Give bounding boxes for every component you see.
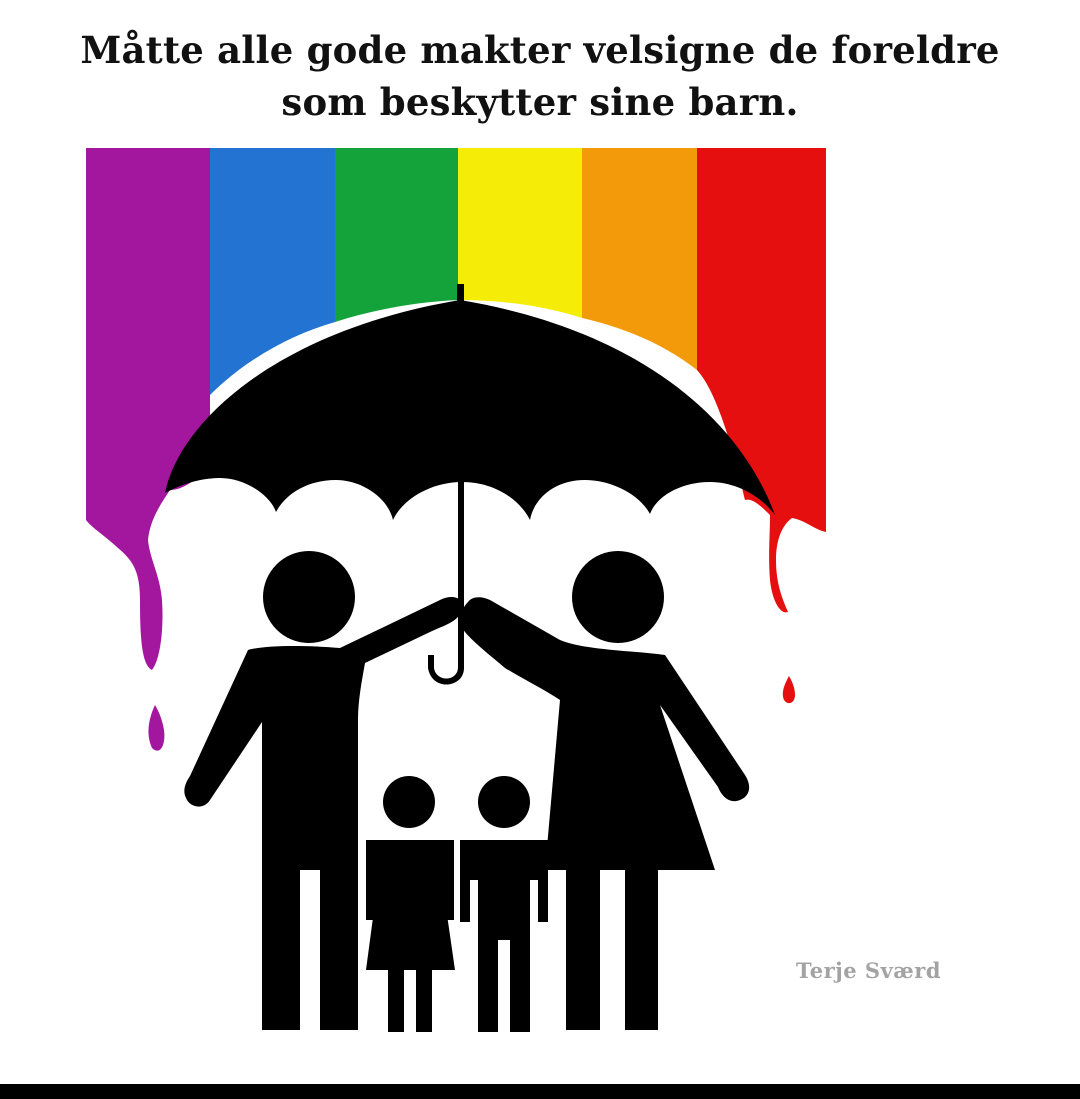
mother-head xyxy=(572,551,664,643)
red-stripe xyxy=(697,148,826,613)
purple-stripe xyxy=(86,148,210,670)
boy-head xyxy=(478,776,530,828)
girl-head xyxy=(383,776,435,828)
girl-body xyxy=(366,840,455,1032)
umbrella-handle xyxy=(428,650,464,685)
father-head xyxy=(263,551,355,643)
girl-figure-icon xyxy=(366,776,455,1032)
umbrella-shaft xyxy=(458,478,464,658)
orange-stripe xyxy=(582,148,697,370)
purple-drip xyxy=(148,705,165,751)
red-drip xyxy=(782,676,795,704)
artist-signature: Terje Sværd xyxy=(796,958,942,983)
bottom-bar xyxy=(0,1084,1080,1099)
family-umbrella-illustration xyxy=(86,148,826,1032)
boy-figure-icon xyxy=(460,776,548,1032)
green-stripe xyxy=(335,148,458,322)
boy-body xyxy=(460,840,548,1032)
yellow-stripe xyxy=(458,148,582,318)
